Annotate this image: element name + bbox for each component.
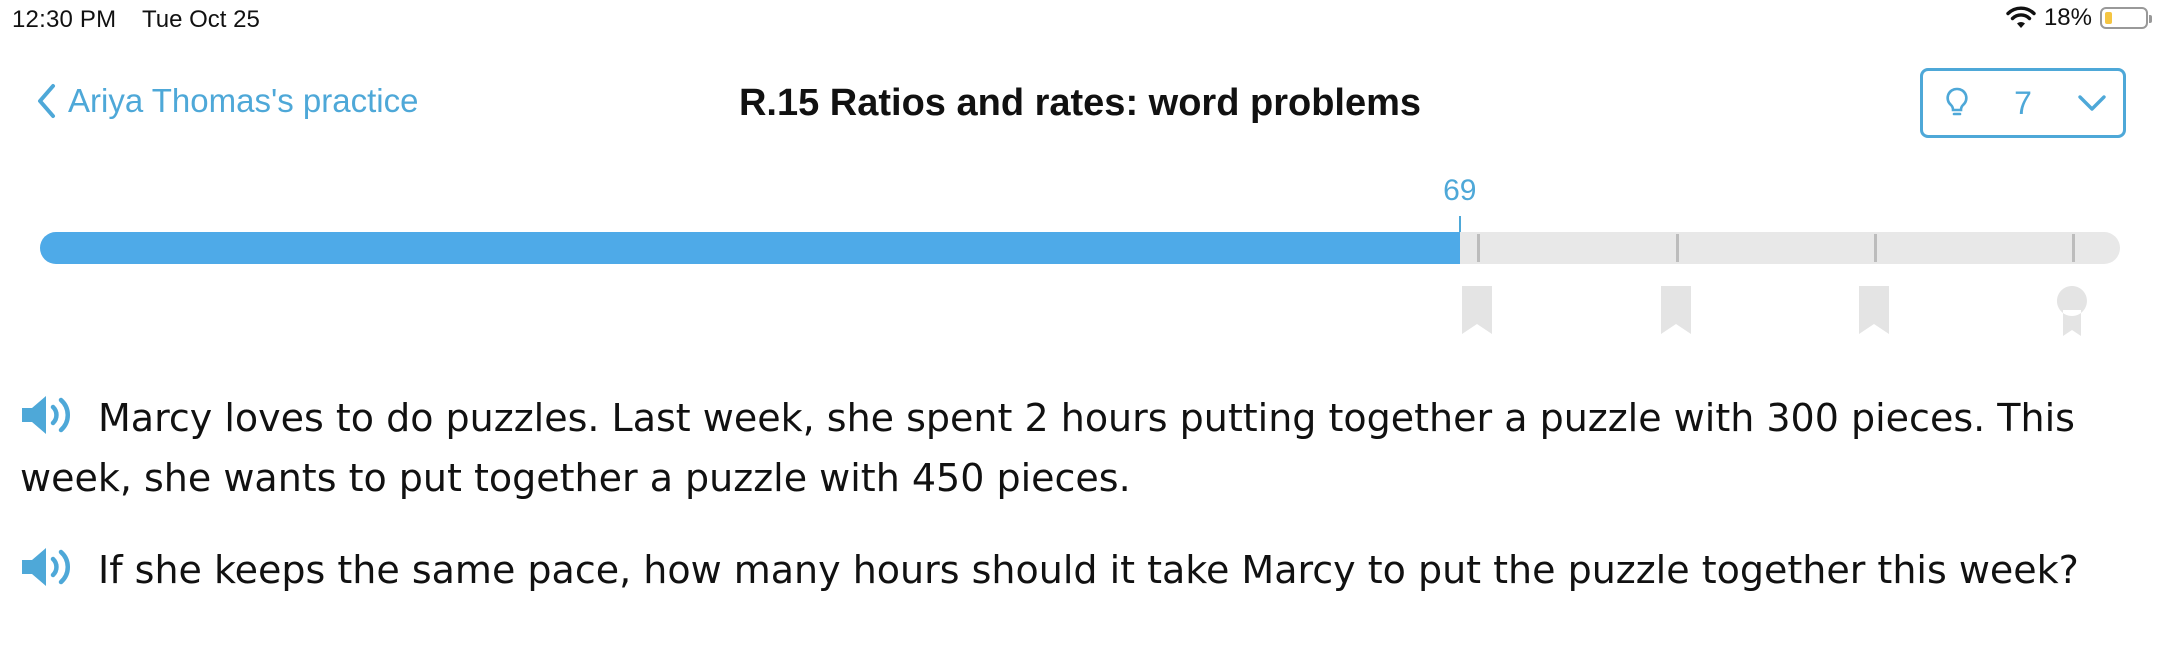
header: Ariya Thomas's practice R.15 Ratios and … [0,60,2160,150]
question-prompt-text: If she keeps the same pace, how many hou… [98,548,2079,592]
battery-fill [2105,12,2112,24]
milestone-mark [1477,234,1480,262]
battery-icon [2100,7,2152,29]
score-label: 69 [1443,174,1477,207]
question-intro: Marcy loves to do puzzles. Last week, sh… [20,388,2130,508]
chevron-down-icon [2078,95,2106,111]
question-prompt: If she keeps the same pace, how many hou… [20,540,2130,600]
bookmark-icon [1661,286,1691,334]
lightbulb-icon [1946,87,1968,116]
hint-count: 7 [2014,84,2032,121]
page-title: R.15 Ratios and rates: word problems [738,82,1422,124]
battery-tip [2149,15,2152,23]
milestone-mark [1676,234,1679,262]
status-time: 12:30 PM [12,6,117,33]
bookmark-icon [1859,286,1889,334]
progress-track [40,232,2120,264]
question-intro-text: Marcy loves to do puzzles. Last week, sh… [20,396,2075,500]
wifi-icon [2006,6,2036,28]
smartscore-progress: 69 [0,170,2160,350]
battery-percent: 18% [2043,4,2092,31]
bookmark-icon [1462,286,1492,334]
milestone-mark [2072,234,2075,262]
status-right: 18% [2006,4,2152,32]
speaker-icon[interactable] [20,545,78,589]
progress-fill [40,232,1460,264]
status-bar: 12:30 PM Tue Oct 25 18% [0,0,2160,40]
hint-dropdown[interactable]: 7 [1920,68,2126,138]
status-date: Tue Oct 25 [142,6,260,33]
award-ribbon-icon [2056,286,2087,336]
milestone-mark [1874,234,1877,262]
speaker-icon[interactable] [20,393,78,437]
